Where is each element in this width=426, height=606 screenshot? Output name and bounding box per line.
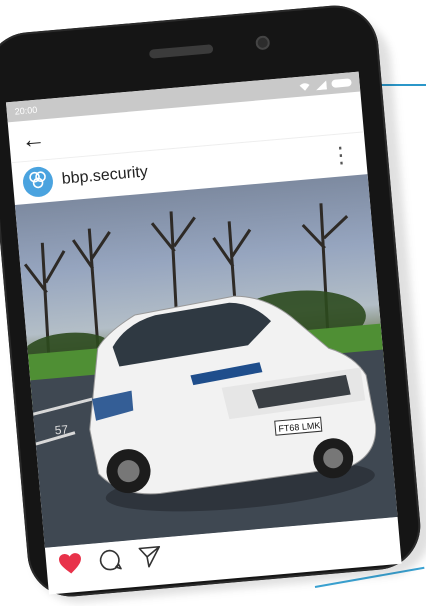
heart-icon[interactable]: [57, 552, 83, 576]
post-photo: 57 FT68 LMK: [14, 174, 398, 548]
status-time: 20:00: [14, 104, 38, 117]
phone-screen: 20:00 ← bbp.security ⋮ 57 FT68 LMK: [5, 71, 402, 595]
bay-marking: 57: [54, 422, 69, 437]
avatar[interactable]: [21, 165, 55, 199]
share-icon[interactable]: [137, 544, 163, 570]
bbp-logo-icon: [27, 169, 49, 196]
status-icons: [298, 78, 352, 92]
more-vertical-icon[interactable]: ⋮: [325, 142, 357, 169]
battery-icon: [331, 78, 352, 88]
signal-icon: [315, 79, 327, 90]
phone-camera: [255, 35, 271, 51]
comment-icon[interactable]: [97, 547, 123, 573]
back-arrow-icon[interactable]: ←: [20, 125, 46, 154]
phone-mockup: 20:00 ← bbp.security ⋮ 57 FT68 LMK: [0, 1, 424, 601]
wifi-icon: [298, 81, 311, 91]
phone-speaker: [148, 44, 214, 59]
